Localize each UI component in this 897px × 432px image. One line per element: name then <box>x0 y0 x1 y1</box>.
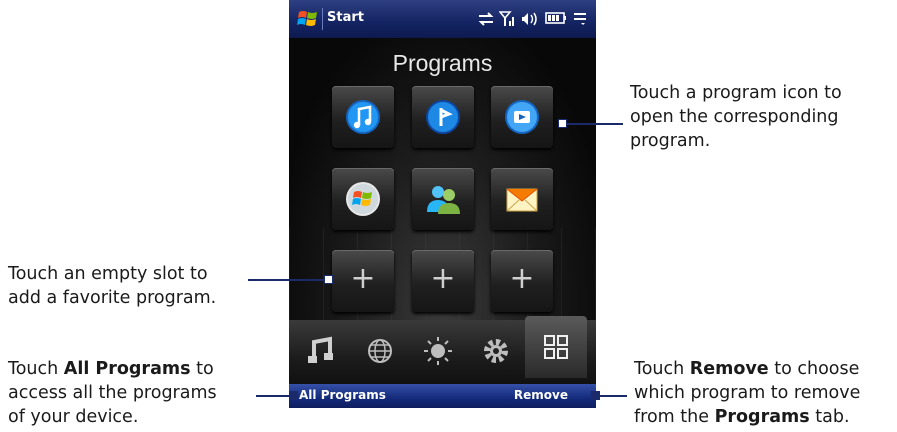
program-tile-contacts[interactable] <box>412 168 474 230</box>
callout-marker <box>591 391 600 400</box>
tab-weather[interactable] <box>413 326 463 376</box>
callout-text: Touch <box>634 359 690 379</box>
callout-empty-slot: Touch an empty slot to add a favorite pr… <box>8 262 216 310</box>
internet-tab-icon <box>368 339 392 363</box>
callout-text-line: open the corresponding <box>630 107 839 127</box>
program-tile-music[interactable] <box>332 86 394 148</box>
programs-tab-icon <box>544 335 568 359</box>
settings-tab-icon <box>484 339 508 363</box>
music-icon <box>346 100 380 134</box>
tab-bar <box>289 316 596 384</box>
callout-text: tab. <box>809 407 850 427</box>
empty-slot-3[interactable]: + <box>491 250 553 312</box>
empty-slot-1[interactable]: + <box>332 250 394 312</box>
signal-strength-icon[interactable] <box>499 10 517 28</box>
callout-marker <box>558 119 567 128</box>
callout-emphasis: Remove <box>689 359 769 379</box>
callout-text: to <box>190 359 214 379</box>
all-programs-softkey[interactable]: All Programs <box>299 388 386 402</box>
callout-remove: Touch Remove to choose which program to … <box>634 357 860 429</box>
callout-leader-line <box>256 395 290 397</box>
title-separator <box>322 8 323 30</box>
callout-program-icon: Touch a program icon to open the corresp… <box>630 81 842 153</box>
callout-text: to choose <box>768 359 860 379</box>
internet-explorer-icon <box>426 100 460 134</box>
callout-text: Touch <box>8 359 64 379</box>
callout-leader-line <box>248 279 324 281</box>
device-screen: Start Programs + + + All Programs Remove <box>289 0 596 408</box>
tab-internet[interactable] <box>355 326 405 376</box>
add-icon: + <box>509 261 535 296</box>
tab-programs[interactable] <box>525 316 587 378</box>
weather-tab-icon <box>424 337 452 365</box>
page-title: Programs <box>392 50 493 76</box>
title-bar: Start <box>289 0 596 38</box>
program-tile-mail[interactable] <box>491 168 553 230</box>
callout-text: from the <box>634 407 715 427</box>
programs-panel: Programs + + + <box>289 38 596 320</box>
empty-slot-2[interactable]: + <box>412 250 474 312</box>
volume-icon[interactable] <box>521 10 539 28</box>
menu-list-icon[interactable] <box>573 12 589 26</box>
callout-marker <box>324 275 333 284</box>
tab-settings[interactable] <box>471 326 521 376</box>
windows-icon <box>346 182 380 216</box>
callout-text-line: program. <box>630 131 711 151</box>
callout-leader-line <box>600 395 627 397</box>
window-title: Start <box>327 10 364 25</box>
mail-icon <box>506 188 538 212</box>
callout-emphasis: All Programs <box>63 359 191 379</box>
battery-icon[interactable] <box>545 11 567 25</box>
soft-key-bar: All Programs Remove <box>289 384 596 408</box>
tab-music[interactable] <box>297 326 347 376</box>
program-tile-windows[interactable] <box>332 168 394 230</box>
program-tile-media-player[interactable] <box>491 86 553 148</box>
contacts-icon <box>427 186 460 214</box>
callout-text-line: add a favorite program. <box>8 288 217 308</box>
add-icon: + <box>350 261 376 296</box>
callout-text-line: of your device. <box>8 407 139 427</box>
callout-text-line: which program to remove <box>634 383 861 403</box>
program-tile-internet-explorer[interactable] <box>412 86 474 148</box>
connectivity-icon[interactable] <box>477 11 495 27</box>
add-icon: + <box>430 261 456 296</box>
callout-leader-line <box>567 123 623 125</box>
music-tab-icon <box>308 336 333 363</box>
callout-marker <box>289 391 298 400</box>
remove-softkey[interactable]: Remove <box>514 388 568 402</box>
callout-emphasis: Programs <box>714 407 810 427</box>
media-player-icon <box>505 100 539 134</box>
windows-start-icon[interactable] <box>297 9 319 29</box>
callout-text-line: Touch a program icon to <box>630 83 842 103</box>
callout-text-line: access all the programs <box>8 383 217 403</box>
callout-text-line: Touch an empty slot to <box>8 264 208 284</box>
callout-all-programs: Touch All Programs to access all the pro… <box>8 357 217 429</box>
